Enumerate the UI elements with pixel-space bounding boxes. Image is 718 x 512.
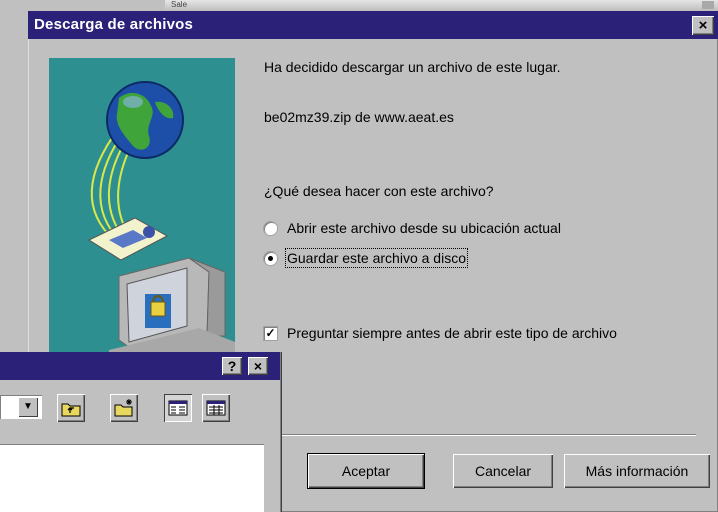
new-folder-icon xyxy=(114,399,133,417)
download-illustration xyxy=(49,58,235,358)
open-from-location-option[interactable]: Abrir este archivo desde su ubicación ac… xyxy=(264,217,561,239)
open-radio[interactable] xyxy=(264,221,277,235)
help-button[interactable]: ? xyxy=(222,357,242,375)
always-ask-option[interactable]: ✓ Preguntar siempre antes de abrir este … xyxy=(264,322,617,344)
cancel-button[interactable]: Cancelar xyxy=(453,454,553,488)
up-folder-icon xyxy=(61,403,81,417)
dialog-title: Descarga de archivos xyxy=(34,16,194,33)
file-list-area[interactable] xyxy=(0,444,264,512)
new-folder-button[interactable] xyxy=(110,394,138,422)
close-button[interactable]: × xyxy=(692,16,714,35)
always-ask-checkbox[interactable]: ✓ xyxy=(264,326,277,340)
up-folder-button[interactable] xyxy=(57,394,85,422)
file-save-window: ? × ▼ xyxy=(0,352,282,512)
details-view-button[interactable] xyxy=(202,394,230,422)
accept-button[interactable]: Aceptar xyxy=(308,454,424,488)
save-window-title-bar[interactable]: ? × xyxy=(0,352,280,380)
action-question: ¿Qué desea hacer con este archivo? xyxy=(264,183,494,199)
save-window-close-button[interactable]: × xyxy=(248,357,268,375)
background-window-button xyxy=(702,1,714,9)
chevron-down-icon[interactable]: ▼ xyxy=(18,397,38,417)
list-view-icon xyxy=(168,400,188,416)
title-bar[interactable]: Descarga de archivos × xyxy=(28,11,718,39)
list-view-button[interactable] xyxy=(164,394,192,422)
file-name-source: be02mz39.zip de www.aeat.es xyxy=(264,109,454,125)
more-info-button[interactable]: Más información xyxy=(564,454,710,488)
folder-combo[interactable]: ▼ xyxy=(0,395,42,419)
download-message: Ha decidido descargar un archivo de este… xyxy=(264,59,561,75)
details-view-icon xyxy=(206,400,226,416)
background-tab-label: Sale xyxy=(171,0,188,9)
save-to-disk-option[interactable]: Guardar este archivo a disco xyxy=(264,247,468,269)
globe-to-computer-icon xyxy=(87,81,235,358)
always-ask-label[interactable]: Preguntar siempre antes de abrir este ti… xyxy=(287,325,617,341)
save-option-label[interactable]: Guardar este archivo a disco xyxy=(285,248,468,268)
save-radio[interactable] xyxy=(264,251,277,265)
divider xyxy=(264,434,696,436)
open-option-label[interactable]: Abrir este archivo desde su ubicación ac… xyxy=(287,220,561,236)
